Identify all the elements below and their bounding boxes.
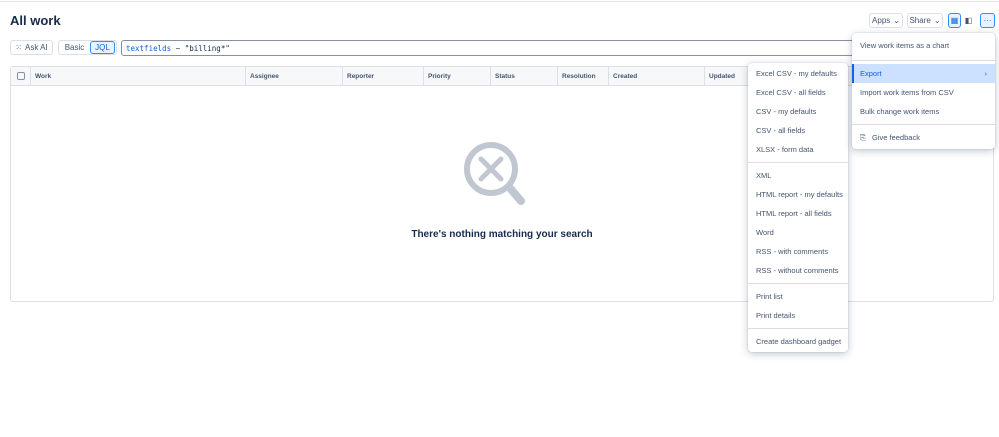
basic-tab[interactable]: Basic — [60, 41, 89, 54]
more-actions-button[interactable]: ··· — [980, 13, 995, 28]
give-feedback-item[interactable]: ⎘ Give feedback — [852, 128, 995, 147]
ask-ai-label: Ask AI — [25, 43, 48, 52]
export-csv-my-defaults[interactable]: CSV - my defaults — [748, 102, 848, 121]
column-updated[interactable]: Updated — [704, 67, 735, 86]
menu-divider — [748, 283, 848, 284]
jql-field: textfields — [126, 44, 172, 53]
share-button[interactable]: Share ⌄ — [907, 13, 943, 28]
menu-divider — [748, 162, 848, 163]
export-html-all-fields[interactable]: HTML report - all fields — [748, 204, 848, 223]
export-label: Export — [860, 69, 882, 78]
menu-divider — [748, 328, 848, 329]
feedback-icon: ⎘ — [860, 133, 866, 142]
list-view-button[interactable]: ▦ — [948, 13, 961, 28]
bulk-change-item[interactable]: Bulk change work items — [852, 102, 995, 121]
apps-button[interactable]: Apps ⌄ — [869, 13, 903, 28]
menu-divider — [852, 60, 995, 61]
view-as-chart-item[interactable]: View work items as a chart — [852, 35, 995, 57]
export-excel-csv-all-fields[interactable]: Excel CSV - all fields — [748, 83, 848, 102]
export-html-my-defaults[interactable]: HTML report - my defaults — [748, 185, 848, 204]
apps-label: Apps — [872, 16, 891, 25]
export-word[interactable]: Word — [748, 223, 848, 242]
select-all-checkbox[interactable] — [17, 72, 25, 80]
column-status[interactable]: Status — [490, 67, 515, 86]
jql-value: ~ "billing*" — [171, 44, 230, 53]
ai-sparkle-icon: ⁙ — [15, 43, 22, 52]
column-priority[interactable]: Priority — [423, 67, 451, 86]
chevron-down-icon: ⌄ — [893, 16, 900, 25]
export-csv-all-fields[interactable]: CSV - all fields — [748, 121, 848, 140]
print-list[interactable]: Print list — [748, 287, 848, 306]
ask-ai-button[interactable]: ⁙ Ask AI — [10, 40, 53, 55]
detail-view-icon: ◧ — [964, 16, 973, 25]
chevron-right-icon: › — [984, 69, 988, 78]
column-reporter[interactable]: Reporter — [342, 67, 374, 86]
create-dashboard-gadget[interactable]: Create dashboard gadget — [748, 332, 848, 351]
list-view-icon: ▦ — [950, 16, 959, 25]
no-results-magnifier-icon — [464, 142, 525, 205]
jql-input[interactable]: textfields ~ "billing*" — [121, 40, 861, 56]
column-resolution[interactable]: Resolution — [557, 67, 596, 86]
export-xlsx-form-data[interactable]: XLSX - form data — [748, 140, 848, 159]
more-icon: ··· — [983, 16, 992, 25]
top-divider — [0, 1, 999, 2]
print-details[interactable]: Print details — [748, 306, 848, 325]
page-title: All work — [10, 13, 61, 28]
chevron-down-icon: ⌄ — [933, 16, 941, 25]
export-item[interactable]: Export › — [852, 64, 995, 83]
export-xml[interactable]: XML — [748, 166, 848, 185]
jql-tab[interactable]: JQL — [90, 41, 115, 54]
share-label: Share — [909, 16, 931, 25]
column-work[interactable]: Work — [30, 67, 51, 86]
column-assignee[interactable]: Assignee — [245, 67, 279, 86]
export-rss-with-comments[interactable]: RSS - with comments — [748, 242, 848, 261]
more-actions-menu: View work items as a chart Export › Impor… — [852, 33, 995, 149]
column-created[interactable]: Created — [608, 67, 637, 86]
menu-divider — [852, 124, 995, 125]
export-excel-csv-my-defaults[interactable]: Excel CSV - my defaults — [748, 64, 848, 83]
export-submenu: Excel CSV - my defaults Excel CSV - all … — [748, 63, 848, 352]
import-csv-item[interactable]: Import work items from CSV — [852, 83, 995, 102]
give-feedback-label: Give feedback — [872, 133, 920, 142]
export-rss-without-comments[interactable]: RSS - without comments — [748, 261, 848, 280]
detail-view-button[interactable]: ◧ — [962, 13, 975, 28]
